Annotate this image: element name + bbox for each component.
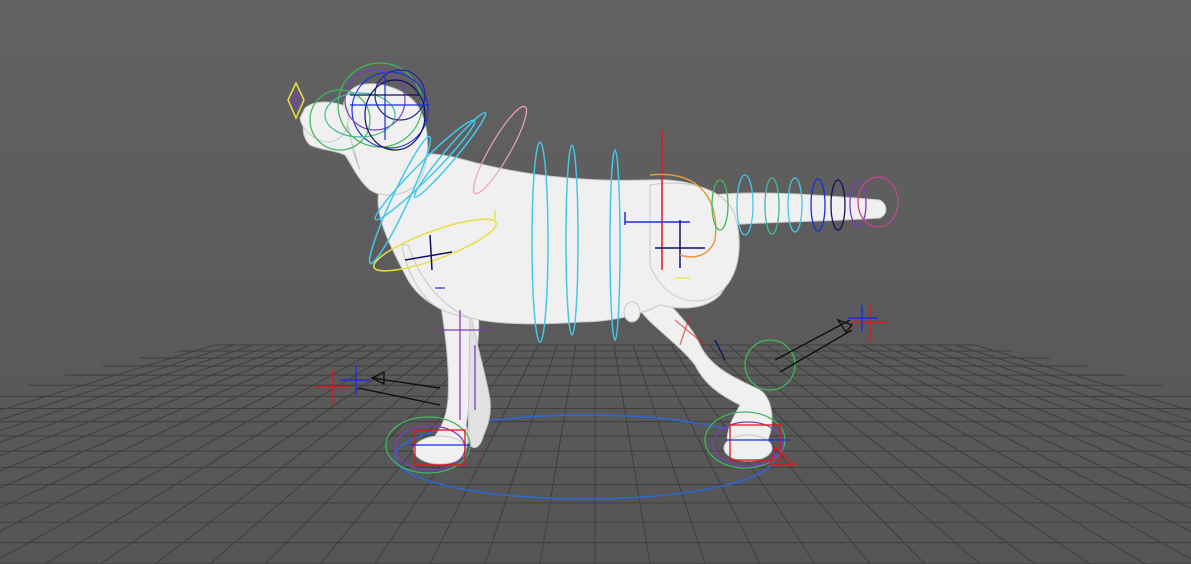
back-paw <box>723 434 773 462</box>
grid-line <box>0 344 368 532</box>
hindquarter <box>649 182 740 302</box>
grid-line <box>765 344 1091 564</box>
grid-line <box>746 344 1036 564</box>
grid-line <box>0 344 216 411</box>
dog-model[interactable] <box>299 83 887 465</box>
grid-line <box>784 344 1146 564</box>
grid-line <box>484 344 558 564</box>
grid-line <box>539 344 577 564</box>
grid-line <box>841 344 1191 509</box>
grid-line <box>0 344 349 509</box>
grid-line <box>803 344 1191 560</box>
ground-grid <box>0 344 1191 564</box>
viewport-canvas[interactable] <box>0 0 1191 564</box>
grid-line <box>613 344 651 564</box>
grid-line <box>974 344 1191 412</box>
grid-line <box>44 344 406 564</box>
grid-line <box>822 344 1191 533</box>
3d-viewport[interactable] <box>0 0 1191 564</box>
grid-line <box>154 344 444 564</box>
nose-control[interactable] <box>287 81 305 120</box>
grid-line <box>936 344 1191 432</box>
grid-line <box>632 344 706 564</box>
front-paw <box>413 435 467 465</box>
grid-line <box>0 344 387 560</box>
grid-line <box>0 344 254 432</box>
groin <box>623 301 641 323</box>
front-left-foot-ik[interactable] <box>385 416 471 474</box>
